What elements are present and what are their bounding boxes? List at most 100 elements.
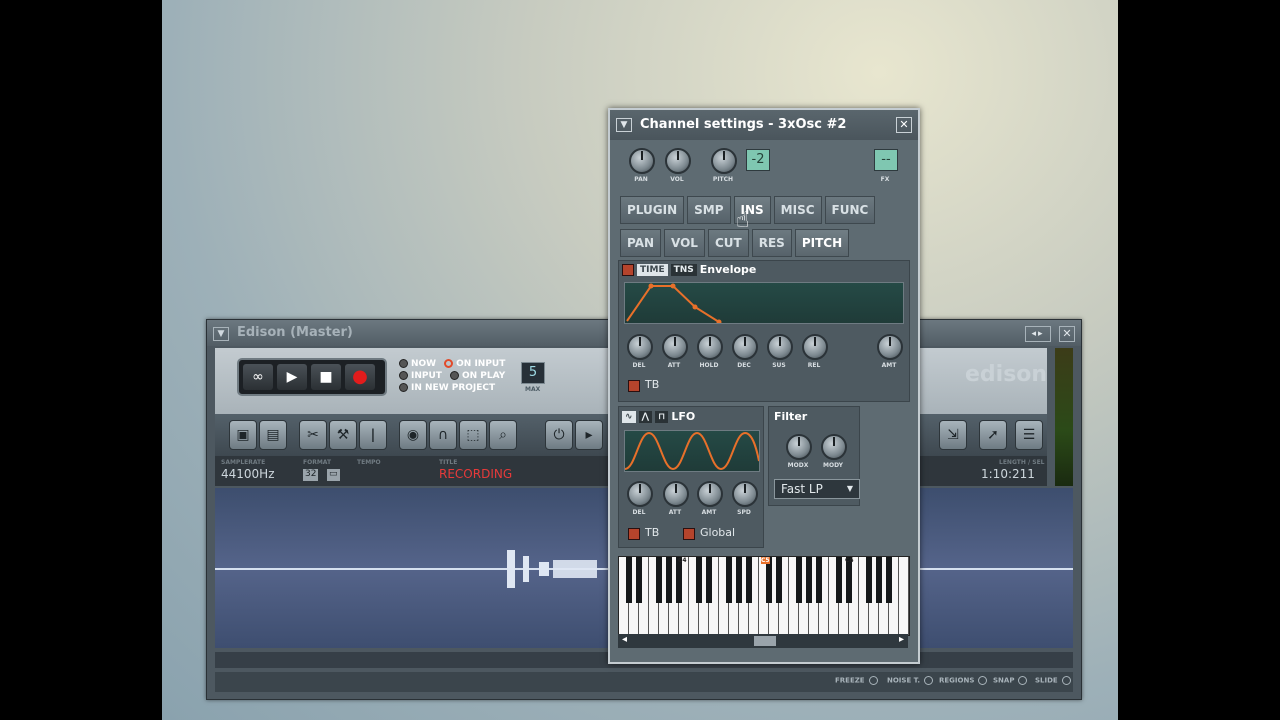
format-value[interactable]: 32: [303, 469, 319, 481]
option-on-play[interactable]: ON PLAY: [449, 370, 505, 382]
piano-black-key[interactable]: [776, 557, 782, 603]
piano-black-key[interactable]: [626, 557, 632, 603]
env-dec-knob[interactable]: [732, 334, 758, 360]
drag-icon[interactable]: ➚: [979, 420, 1007, 450]
lfo-del-knob[interactable]: [627, 481, 653, 507]
filter-mody-knob[interactable]: [821, 434, 847, 460]
pan-knob[interactable]: [629, 148, 655, 174]
lfo-sine-shape-icon[interactable]: ∿: [622, 410, 636, 423]
stop-button[interactable]: ■: [311, 364, 341, 390]
piano-black-key[interactable]: [656, 557, 662, 603]
tab-func[interactable]: FUNC: [824, 196, 876, 224]
fx-channel-display[interactable]: --: [874, 149, 898, 171]
vol-knob[interactable]: [665, 148, 691, 174]
env-hold-knob[interactable]: [697, 334, 723, 360]
noise-toggle[interactable]: NOISE T.: [887, 676, 934, 685]
piano-black-key[interactable]: [806, 557, 812, 603]
piano-black-key[interactable]: [726, 557, 732, 603]
format-options-icon[interactable]: ▭: [327, 469, 340, 481]
regions-toggle[interactable]: REGIONS: [939, 676, 988, 685]
loop-button[interactable]: ∞: [243, 364, 273, 390]
option-on-input[interactable]: ON INPUT: [444, 358, 505, 370]
piano-black-key[interactable]: [666, 557, 672, 603]
channel-titlebar[interactable]: ▼ Channel settings - 3xOsc #2 ✕: [610, 110, 918, 140]
chip-time[interactable]: TIME: [637, 263, 668, 276]
tab-pitch[interactable]: PITCH: [794, 229, 850, 257]
channel-menu-icon[interactable]: ▼: [616, 118, 632, 132]
tab-res[interactable]: RES: [751, 229, 792, 257]
pitch-knob[interactable]: [711, 148, 737, 174]
slide-toggle[interactable]: SLIDE: [1035, 676, 1071, 685]
piano-black-key[interactable]: [736, 557, 742, 603]
piano-white-key[interactable]: [899, 557, 909, 635]
tab-misc[interactable]: MISC: [773, 196, 822, 224]
freeze-toggle[interactable]: FREEZE: [835, 676, 878, 685]
max-value-display[interactable]: 5: [521, 362, 545, 384]
tab-plugin[interactable]: PLUGIN: [620, 196, 685, 224]
piano-keyboard[interactable]: [618, 556, 910, 636]
snap-toggle[interactable]: SNAP: [993, 676, 1028, 685]
magnet-icon[interactable]: ∩: [429, 420, 457, 450]
list-icon[interactable]: ☰: [1015, 420, 1043, 450]
save-icon[interactable]: ▣: [229, 420, 257, 450]
tab-smp[interactable]: SMP: [687, 196, 731, 224]
env-del-knob[interactable]: [627, 334, 653, 360]
lfo-pulse-shape-icon[interactable]: ⊓: [655, 410, 669, 423]
edison-menu-icon[interactable]: ▼: [213, 327, 229, 341]
env-att-knob[interactable]: [662, 334, 688, 360]
wrench-icon[interactable]: ⚒: [329, 420, 357, 450]
record-button[interactable]: ●: [345, 364, 375, 390]
piano-black-key[interactable]: [836, 557, 842, 603]
lfo-global-checkbox[interactable]: [683, 528, 695, 540]
eye-icon[interactable]: ◉: [399, 420, 427, 450]
piano-black-key[interactable]: [696, 557, 702, 603]
env-sus-knob[interactable]: [767, 334, 793, 360]
piano-black-key[interactable]: [746, 557, 752, 603]
envelope-enable-checkbox[interactable]: [622, 263, 634, 276]
envelope-display[interactable]: [624, 282, 904, 325]
piano-black-key[interactable]: [876, 557, 882, 603]
env-tb-checkbox[interactable]: [628, 380, 640, 392]
lfo-tb-checkbox[interactable]: [628, 528, 640, 540]
power-icon[interactable]: ⏻: [545, 420, 573, 450]
scroll-right-icon[interactable]: ▸: [899, 634, 904, 645]
option-in-new-project[interactable]: IN NEW PROJECT: [399, 382, 495, 394]
filter-modx-knob[interactable]: [786, 434, 812, 460]
lfo-att-knob[interactable]: [663, 481, 689, 507]
env-rel-knob[interactable]: [802, 334, 828, 360]
piano-black-key[interactable]: [886, 557, 892, 603]
piano-black-key[interactable]: [796, 557, 802, 603]
cut-icon[interactable]: ✂: [299, 420, 327, 450]
new-document-icon[interactable]: ▤: [259, 420, 287, 450]
zoom-icon[interactable]: ⌕: [489, 420, 517, 450]
run-icon[interactable]: ▸: [575, 420, 603, 450]
tab-pan[interactable]: PAN: [620, 229, 662, 257]
option-now[interactable]: NOW: [399, 358, 436, 370]
tab-cut[interactable]: CUT: [707, 229, 749, 257]
lfo-display[interactable]: [624, 430, 760, 472]
edison-close-icon[interactable]: ✕: [1059, 326, 1075, 342]
option-input[interactable]: INPUT: [399, 370, 442, 382]
play-button[interactable]: ▶: [277, 364, 307, 390]
piano-black-key[interactable]: [816, 557, 822, 603]
lfo-amt-knob[interactable]: [697, 481, 723, 507]
piano-black-key[interactable]: [636, 557, 642, 603]
channel-close-icon[interactable]: ✕: [896, 117, 912, 133]
piano-scrollbar[interactable]: ◂ ▸: [618, 634, 908, 648]
env-amt-knob[interactable]: [877, 334, 903, 360]
export-icon[interactable]: ⇲: [939, 420, 967, 450]
piano-black-key[interactable]: [706, 557, 712, 603]
text-tool-icon[interactable]: ǀ: [359, 420, 387, 450]
edison-nav-arrows-icon[interactable]: ◂▸: [1025, 326, 1051, 342]
scroll-thumb[interactable]: [754, 636, 776, 646]
lfo-spd-knob[interactable]: [732, 481, 758, 507]
title-value[interactable]: RECORDING: [439, 467, 512, 481]
tab-vol[interactable]: VOL: [664, 229, 705, 257]
filter-type-dropdown[interactable]: Fast LP ▼: [774, 479, 860, 499]
lfo-triangle-shape-icon[interactable]: ⋀: [638, 410, 653, 423]
scroll-left-icon[interactable]: ◂: [622, 634, 627, 645]
chip-tns[interactable]: TNS: [670, 263, 697, 276]
pitch-range-display[interactable]: -2: [746, 149, 770, 171]
piano-black-key[interactable]: [866, 557, 872, 603]
select-region-icon[interactable]: ⬚: [459, 420, 487, 450]
